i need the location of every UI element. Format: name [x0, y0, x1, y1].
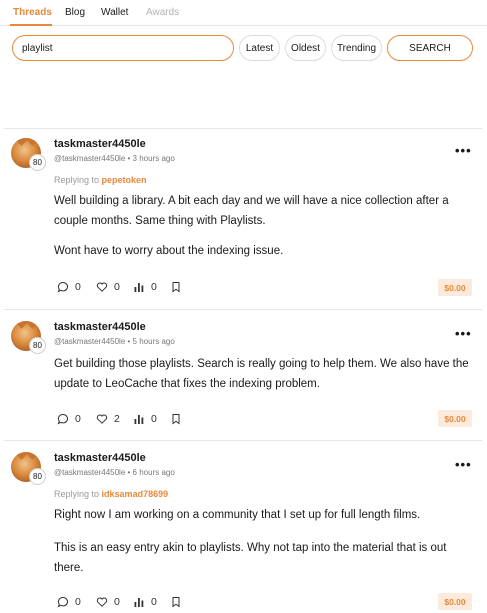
post-meta: @taskmaster4450le • 3 hours ago [54, 154, 175, 163]
post-username[interactable]: taskmaster4450le [54, 321, 146, 333]
post-body-paragraph: Right now I am working on a community th… [54, 509, 421, 521]
post-divider [4, 440, 482, 441]
post-body-paragraph: Get building those playlists. Search is … [54, 358, 469, 390]
post-actions: 0 0 0 [57, 595, 188, 609]
search-button[interactable]: SEARCH [387, 35, 473, 61]
post-meta: @taskmaster4450le • 6 hours ago [54, 468, 175, 477]
tab-threads[interactable]: Threads [13, 7, 52, 18]
views-count: 0 [151, 413, 157, 425]
like-count: 0 [114, 596, 120, 608]
meta-separator: • [127, 154, 131, 163]
comment-action[interactable]: 0 [57, 596, 96, 608]
bookmark-icon [172, 414, 180, 425]
post-divider [4, 309, 482, 310]
replying-label: Replying to [54, 489, 100, 499]
like-action[interactable]: 2 [96, 413, 133, 425]
views-stat[interactable]: 0 [133, 596, 170, 608]
post-actions: 0 0 0 [57, 280, 188, 294]
comment-action[interactable]: 0 [57, 413, 96, 425]
active-tab-indicator [10, 24, 52, 26]
payout-badge[interactable]: $0.00 [438, 279, 472, 296]
comment-action[interactable]: 0 [57, 281, 96, 293]
replying-to: Replying to idksamad78699 [54, 489, 168, 499]
payout-badge[interactable]: $0.00 [438, 593, 472, 610]
post-handle[interactable]: @taskmaster4450le [54, 154, 125, 163]
meta-separator: • [127, 337, 131, 346]
post-timestamp[interactable]: 6 hours ago [133, 468, 175, 477]
bar-chart-icon [134, 598, 144, 607]
views-count: 0 [151, 596, 157, 608]
bookmark-action[interactable] [170, 596, 188, 608]
views-count: 0 [151, 281, 157, 293]
post-timestamp[interactable]: 5 hours ago [133, 337, 175, 346]
bookmark-icon [172, 282, 180, 293]
meta-separator: • [127, 468, 131, 477]
comment-icon [57, 413, 68, 425]
post-username[interactable]: taskmaster4450le [54, 138, 146, 150]
post-handle[interactable]: @taskmaster4450le [54, 468, 125, 477]
post-meta: @taskmaster4450le • 5 hours ago [54, 337, 175, 346]
sort-latest-button[interactable]: Latest [239, 35, 280, 61]
sort-oldest-button[interactable]: Oldest [285, 35, 326, 61]
reputation-badge: 80 [29, 154, 46, 171]
post-body-paragraph: This is an easy entry akin to playlists.… [54, 542, 447, 574]
post-handle[interactable]: @taskmaster4450le [54, 337, 125, 346]
search-bar: Latest Oldest Trending SEARCH [0, 35, 487, 61]
heart-icon [96, 597, 108, 607]
comment-icon [57, 596, 68, 608]
payout-badge[interactable]: $0.00 [438, 410, 472, 427]
post-body-paragraph: Well building a library. A bit each day … [54, 195, 449, 227]
like-count: 2 [114, 413, 120, 425]
profile-tabs: Threads Blog Wallet Awards [0, 0, 487, 26]
post-actions: 0 2 0 [57, 412, 188, 426]
comment-count: 0 [75, 413, 81, 425]
views-stat[interactable]: 0 [133, 413, 170, 425]
heart-icon [96, 414, 108, 424]
replying-to: Replying to pepetoken [54, 175, 147, 185]
more-options-icon[interactable]: ••• [455, 326, 472, 341]
like-action[interactable]: 0 [96, 596, 133, 608]
heart-icon [96, 282, 108, 292]
replying-label: Replying to [54, 175, 100, 185]
post-body-paragraph: Wont have to worry about the indexing is… [54, 245, 284, 257]
post-timestamp[interactable]: 3 hours ago [133, 154, 175, 163]
bar-chart-icon [134, 415, 144, 424]
more-options-icon[interactable]: ••• [455, 143, 472, 158]
more-options-icon[interactable]: ••• [455, 457, 472, 472]
tab-blog[interactable]: Blog [65, 7, 85, 18]
bar-chart-icon [134, 283, 144, 292]
search-input[interactable] [12, 35, 234, 61]
like-count: 0 [114, 281, 120, 293]
comment-count: 0 [75, 281, 81, 293]
reputation-badge: 80 [29, 337, 46, 354]
bookmark-action[interactable] [170, 413, 188, 425]
like-action[interactable]: 0 [96, 281, 133, 293]
sort-trending-button[interactable]: Trending [331, 35, 382, 61]
tab-wallet[interactable]: Wallet [101, 7, 128, 18]
views-stat[interactable]: 0 [133, 281, 170, 293]
tab-awards[interactable]: Awards [146, 7, 179, 18]
bookmark-action[interactable] [170, 281, 188, 293]
post-username[interactable]: taskmaster4450le [54, 452, 146, 464]
comment-count: 0 [75, 596, 81, 608]
bookmark-icon [172, 597, 180, 608]
reputation-badge: 80 [29, 468, 46, 485]
post-divider [4, 128, 482, 129]
replying-to-user-link[interactable]: pepetoken [102, 175, 147, 185]
comment-icon [57, 281, 68, 293]
replying-to-user-link[interactable]: idksamad78699 [102, 489, 169, 499]
